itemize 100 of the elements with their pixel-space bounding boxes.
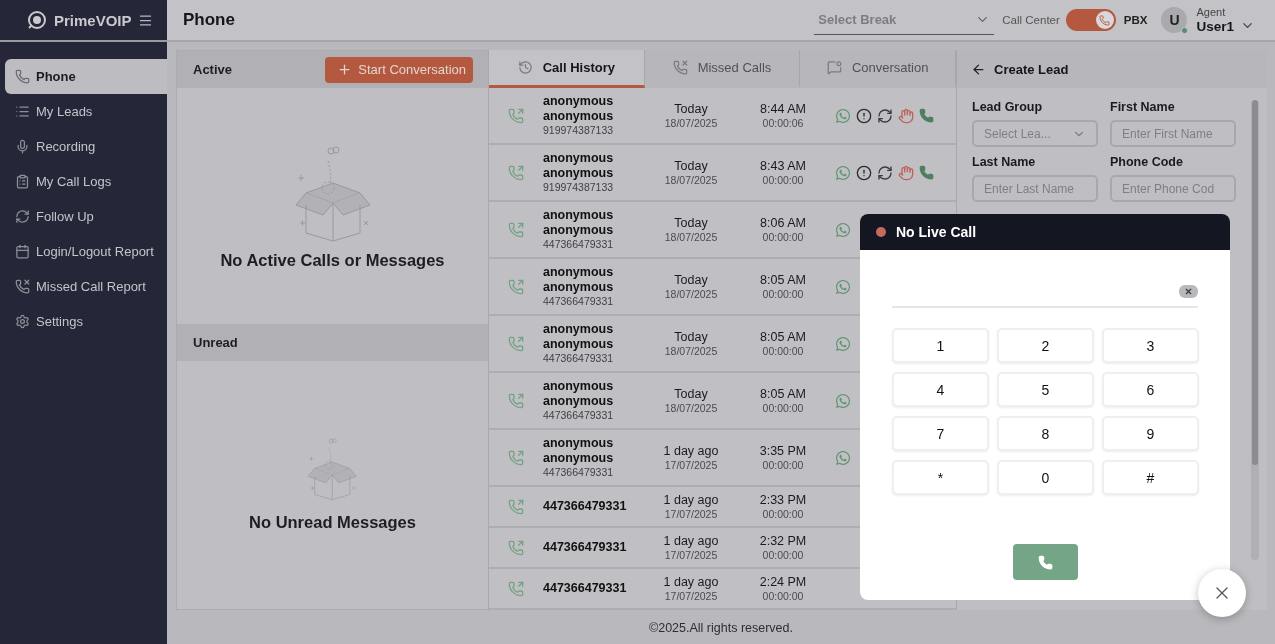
call-day: Today [674,328,708,345]
refresh-icon[interactable] [877,107,893,124]
call-row[interactable]: anonymous anonymous 919974387133 Today 18/07/2025 8:44 AM 00:00:06 [489,88,956,145]
empty-message: No Active Calls or Messages [220,250,445,270]
call-button[interactable] [1012,544,1078,580]
dial-key[interactable]: 5 [997,372,1094,407]
call-duration: 00:00:00 [762,230,804,245]
outgoing-call-icon [508,107,524,124]
call-duration: 00:00:00 [762,401,804,416]
call-date: 17/07/2025 [664,548,718,563]
hand-icon[interactable] [898,107,914,124]
caller-name: anonymous anonymous [543,151,615,182]
call-day: 1 day ago [663,491,719,508]
call-date: 17/07/2025 [664,458,718,473]
hand-icon[interactable] [898,164,914,181]
sidebar-item[interactable]: Recording [5,129,167,164]
phone-icon [1037,554,1053,570]
call-duration: 00:00:00 [762,507,804,522]
call-date: 18/07/2025 [664,116,718,131]
call-date: 18/07/2025 [664,173,718,188]
whatsapp-icon[interactable] [835,221,851,238]
field-label: Phone Code [1110,155,1184,169]
dial-key[interactable]: 9 [1102,416,1199,451]
caller-number: 447366479331 [543,409,615,422]
call-date: 18/07/2025 [664,344,718,359]
call-duration: 00:00:00 [762,589,804,604]
refresh-icon[interactable] [877,164,893,181]
dial-key[interactable]: 0 [997,460,1094,495]
caller-number: 447366479331 [543,352,615,365]
phone-icon[interactable] [919,108,934,123]
alert-icon[interactable] [856,107,872,124]
user-avatar[interactable]: U [1161,7,1188,33]
history-icon [517,60,533,75]
dial-key[interactable]: 4 [892,372,989,407]
sidebar-item[interactable]: Settings [5,304,167,339]
sidebar-item[interactable]: Phone [5,59,167,94]
alert-icon[interactable] [856,164,872,181]
close-icon [1184,286,1193,296]
call-time: 2:32 PM [759,532,807,549]
tab[interactable]: Call History [489,50,645,88]
sidebar-item[interactable]: My Leads [5,94,167,129]
whatsapp-icon[interactable] [835,392,851,409]
scrollbar-thumb[interactable] [1252,100,1258,465]
call-time: 8:05 AM [760,385,806,402]
footer-text: ©2025.All rights reserved. [648,619,794,637]
dial-key[interactable]: 1 [892,328,989,363]
caller-number: 447366479331 [543,238,615,251]
caller-name: 447366479331 [543,540,628,555]
call-date: 18/07/2025 [664,401,718,416]
mode-toggle[interactable] [1065,9,1116,31]
dial-key[interactable]: * [892,460,989,495]
caller-name: anonymous anonymous [543,94,615,125]
dial-key[interactable]: 2 [997,328,1094,363]
menu-icon[interactable] [138,12,153,28]
call-time: 2:24 PM [759,573,807,590]
sidebar-item[interactable]: My Call Logs [5,164,167,199]
clipboard-icon [15,174,30,189]
whatsapp-icon[interactable] [835,164,851,181]
dial-key[interactable]: 7 [892,416,989,451]
call-date: 17/07/2025 [664,507,718,522]
backspace-button[interactable] [1179,284,1198,298]
call-day: Today [674,385,708,402]
caller-name: anonymous anonymous [543,265,615,296]
call-date: 18/07/2025 [664,287,718,302]
caller-number: 447366479331 [543,466,615,479]
whatsapp-icon[interactable] [835,278,851,295]
phone-icon[interactable] [919,165,934,180]
phone-icon [1099,14,1111,26]
user-name: User1 [1196,18,1234,35]
sidebar-item[interactable]: Missed Call Report [5,269,167,304]
missed-call-icon [15,279,30,294]
whatsapp-icon[interactable] [835,107,851,124]
call-time: 8:43 AM [760,157,806,174]
call-duration: 00:00:00 [762,287,804,302]
call-time: 2:33 PM [759,491,807,508]
brand-name: PrimeVOIP [54,11,132,29]
microphone-icon [15,139,30,154]
caller-name: 447366479331 [543,499,628,514]
call-duration: 00:00:00 [762,548,804,563]
sidebar-item[interactable]: Login/Logout Report [5,234,167,269]
call-row[interactable]: anonymous anonymous 919974387133 Today 18/07/2025 8:43 AM 00:00:00 [489,145,956,202]
dial-key[interactable]: 6 [1102,372,1199,407]
page-title: Phone [183,10,236,30]
settings-icon [15,314,30,329]
outgoing-call-icon [508,392,524,409]
caller-number: 447366479331 [543,295,615,308]
call-time: 8:44 AM [760,100,806,117]
sidebar-item[interactable]: Follow Up [5,199,167,234]
dial-key[interactable]: 3 [1102,328,1199,363]
call-day: Today [674,214,708,231]
field-label: Lead Group [972,100,1044,114]
outgoing-call-icon [508,278,524,295]
outgoing-call-icon [508,539,524,556]
outgoing-call-icon [508,221,524,238]
dial-key[interactable]: 8 [997,416,1094,451]
whatsapp-icon[interactable] [835,335,851,352]
caller-name: 447366479331 [543,581,628,596]
dial-key[interactable]: # [1102,460,1199,495]
calendar-icon [15,244,30,259]
whatsapp-icon[interactable] [835,449,851,466]
